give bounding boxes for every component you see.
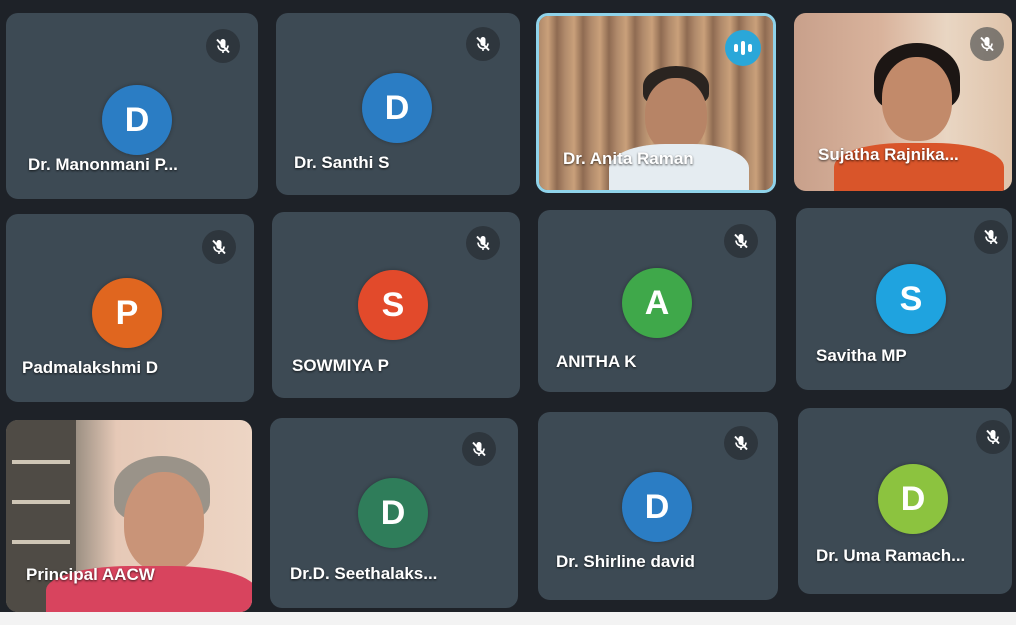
participant-name: Dr. Santhi S — [294, 153, 390, 172]
person-head — [645, 78, 707, 152]
participant-name: Dr. Anita Raman — [563, 149, 694, 168]
participant-name: ANITHA K — [556, 352, 637, 371]
participant-tile-5[interactable]: P Padmalakshmi D — [6, 214, 254, 402]
mic-off-icon — [202, 230, 236, 264]
person-head — [124, 472, 204, 572]
avatar: D — [102, 85, 172, 155]
avatar: D — [878, 464, 948, 534]
participant-name: Principal AACW — [26, 565, 155, 584]
bottom-edge — [0, 612, 1016, 625]
participant-tile-2[interactable]: D Dr. Santhi S — [276, 13, 520, 195]
avatar: S — [358, 270, 428, 340]
participant-tile-1[interactable]: D Dr. Manonmani P... — [6, 13, 258, 199]
participant-tile-10[interactable]: D Dr.D. Seethalaks... — [270, 418, 518, 608]
mic-off-icon — [974, 220, 1008, 254]
mic-off-icon — [462, 432, 496, 466]
mic-off-icon — [724, 224, 758, 258]
participant-name: Sujatha Rajnika... — [818, 145, 959, 164]
participant-tile-9[interactable]: Principal AACW — [6, 420, 252, 612]
avatar: A — [622, 268, 692, 338]
mic-off-icon — [724, 426, 758, 460]
speaking-indicator-icon — [725, 30, 761, 66]
person-head — [882, 57, 952, 141]
participant-name: Dr. Uma Ramach... — [816, 546, 966, 565]
avatar: D — [622, 472, 692, 542]
participant-name: Dr. Shirline david — [556, 552, 695, 571]
avatar: D — [358, 478, 428, 548]
participant-tile-11[interactable]: D Dr. Shirline david — [538, 412, 778, 600]
mic-off-icon — [466, 27, 500, 61]
mic-off-icon — [976, 420, 1010, 454]
participant-name: SOWMIYA P — [292, 356, 389, 375]
participant-tile-12[interactable]: D Dr. Uma Ramach... — [798, 408, 1012, 594]
avatar: P — [92, 278, 162, 348]
mic-off-icon — [466, 226, 500, 260]
participant-tile-4[interactable]: Sujatha Rajnika... — [794, 13, 1012, 191]
participant-tile-3[interactable]: Dr. Anita Raman — [536, 13, 776, 193]
avatar: S — [876, 264, 946, 334]
participant-name: Dr. Manonmani P... — [28, 155, 178, 174]
avatar: D — [362, 73, 432, 143]
mic-off-icon — [970, 27, 1004, 61]
participant-name: Savitha MP — [816, 346, 907, 365]
mic-off-icon — [206, 29, 240, 63]
participant-tile-6[interactable]: S SOWMIYA P — [272, 212, 520, 398]
participant-name: Padmalakshmi D — [22, 358, 159, 377]
participant-tile-7[interactable]: A ANITHA K — [538, 210, 776, 392]
participant-name: Dr.D. Seethalaks... — [290, 564, 438, 583]
participant-tile-8[interactable]: S Savitha MP — [796, 208, 1012, 390]
